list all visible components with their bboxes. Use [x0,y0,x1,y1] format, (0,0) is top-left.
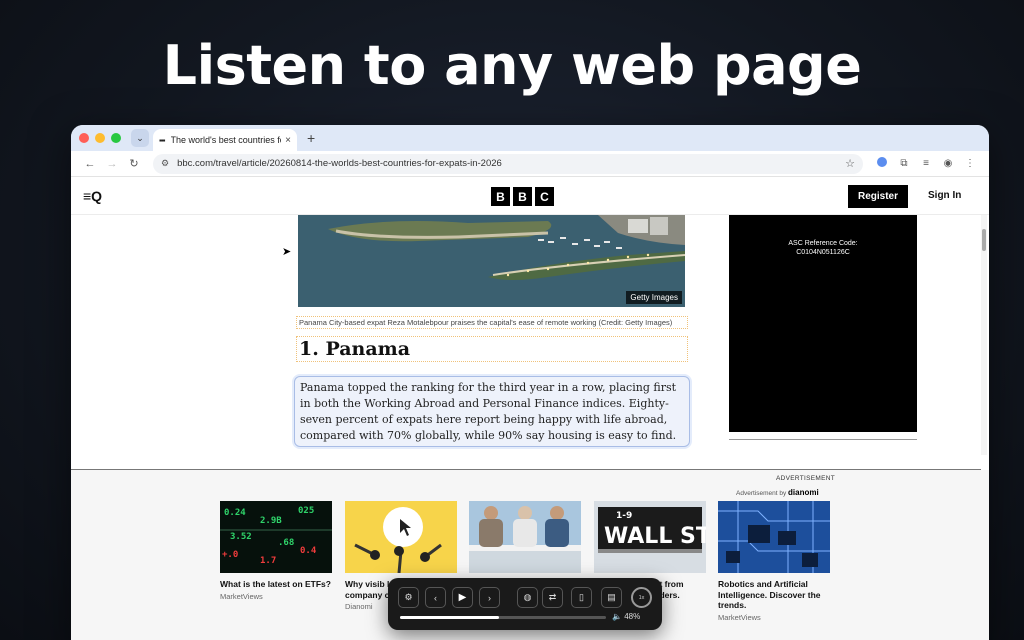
svg-text:0.4: 0.4 [300,546,317,556]
sponsored-card[interactable]: 0.24 2.9B 025 3.52 .68 +.0 1.7 0.4 What is th… [220,501,332,601]
player-progress-fill [400,616,499,619]
player-speed-button[interactable]: 1x [631,587,652,608]
bookmark-star-icon[interactable]: ☆ [845,157,855,170]
card-thumbnail-stock-ticker: 0.24 2.9B 025 3.52 .68 +.0 1.7 0.4 [220,501,332,573]
advertisement-label: ADVERTISEMENT [776,475,836,482]
browser-toolbar: ← → ↻ ⚙ bbc.com/travel/article/20260814-… [71,151,989,177]
player-language-button[interactable]: ◍ [517,587,538,608]
page-scrollbar[interactable] [981,215,987,455]
register-button[interactable]: Register [848,185,908,208]
media-control-icon[interactable]: ≡ [915,158,937,169]
extension-listen-icon[interactable] [871,157,893,170]
close-window-button[interactable] [79,133,89,143]
extensions-puzzle-icon[interactable]: ⧉ [893,158,915,169]
card-source: MarketViews [718,612,761,622]
svg-text:1.7: 1.7 [260,556,276,566]
wall-st-sign-text: WALL ST [604,524,706,549]
bbc-logo-letter: B [513,187,532,206]
card-thumbnail-microphones [345,501,457,573]
bbc-header: ≡Q B B C Register Sign In [71,177,989,215]
profile-avatar-icon[interactable]: ◉ [937,158,959,169]
address-bar[interactable]: ⚙ bbc.com/travel/article/20260814-the-wo… [153,153,863,174]
tab-bar: ⌄ ▪▪▪ The world's best countries for × + [71,125,989,151]
player-sidebar-button[interactable]: ▯ [571,587,592,608]
ad-reference-label: ASC Reference Code: [788,240,858,247]
ad-divider [729,439,917,440]
tab-close-icon[interactable]: × [285,135,291,146]
player-volume[interactable]: 🔈 48% [612,612,640,621]
scrollbar-thumb[interactable] [982,229,986,251]
player-settings-button[interactable]: ⚙ [398,587,419,608]
player-previous-button[interactable]: ‹ [425,587,446,608]
image-caption: Panama City-based expat Reza Motalebpour… [296,316,688,329]
section-heading: 1. Panama [296,336,688,362]
svg-text:2.9B: 2.9B [260,516,282,526]
article-image-marina: Getty Images [298,215,685,307]
card-title: What is the latest on ETFs? [220,579,331,589]
highlighted-paragraph[interactable]: Panama topped the ranking for the third … [294,376,690,447]
minimize-window-button[interactable] [95,133,105,143]
back-button[interactable]: ← [79,158,101,170]
advertisement-by: Advertisement by dianomi [736,488,819,497]
menu-search-icon[interactable]: ≡Q [83,188,102,204]
sponsored-card[interactable] [469,501,581,579]
image-credit: Getty Images [626,291,682,304]
reload-button[interactable]: ↻ [123,157,145,170]
advertisement-by-text: Advertisement by [736,490,787,497]
player-next-button[interactable]: › [479,587,500,608]
tab-bbc-article[interactable]: ▪▪▪ The world's best countries for × [153,129,297,151]
bbc-logo-letter: C [535,187,554,206]
player-play-button[interactable]: ▶ [452,587,473,608]
window-controls [79,133,121,143]
wall-st-number: 1-9 [616,511,632,521]
side-advertisement[interactable]: ASC Reference Code: C0104N051126C [729,215,917,432]
url-text: bbc.com/travel/article/20260814-the-worl… [177,158,502,169]
dianomi-logo: dianomi [788,488,819,497]
card-thumbnail-circuit-board [718,501,830,573]
tab-title: The world's best countries for [170,135,282,145]
volume-icon: 🔈 [612,612,622,621]
card-title: Robotics and Artificial Intelligence. Di… [718,579,821,610]
svg-text:+.0: +.0 [222,550,238,560]
sponsored-card[interactable]: Robotics and Artificial Intelligence. Di… [718,501,830,622]
new-tab-button[interactable]: + [307,130,315,146]
browser-menu-icon[interactable]: ⋮ [959,158,981,169]
maximize-window-button[interactable] [111,133,121,143]
svg-text:025: 025 [298,506,314,516]
forward-button[interactable]: → [101,158,123,170]
bbc-logo[interactable]: B B C [491,187,554,206]
bbc-favicon-icon: ▪▪▪ [159,135,165,145]
player-screenshot-button[interactable]: ▤ [601,587,622,608]
svg-text:0.24: 0.24 [224,508,246,518]
listen-player-bar: ⚙ ‹ ▶ › ◍ ⇄ ▯ ▤ 1x 🔈 48% [388,578,662,630]
volume-value: 48% [624,612,641,621]
card-source: MarketViews [220,591,263,601]
site-settings-icon[interactable]: ⚙ [161,158,169,169]
hero-title: Listen to any web page [162,34,862,97]
card-thumbnail-wall-street-sign: 1-9 WALL ST [594,501,706,573]
svg-text:.68: .68 [278,538,294,548]
bbc-logo-letter: B [491,187,510,206]
card-thumbnail-people-on-bench [469,501,581,573]
svg-text:3.52: 3.52 [230,532,252,542]
sign-in-link[interactable]: Sign In [928,190,961,201]
player-voice-button[interactable]: ⇄ [542,587,563,608]
mouse-pointer-icon: ➤ [282,246,292,258]
ad-reference-code: C0104N051126C [796,249,850,256]
tab-search-chevron-icon[interactable]: ⌄ [131,129,149,147]
player-progress-track[interactable] [400,616,606,619]
